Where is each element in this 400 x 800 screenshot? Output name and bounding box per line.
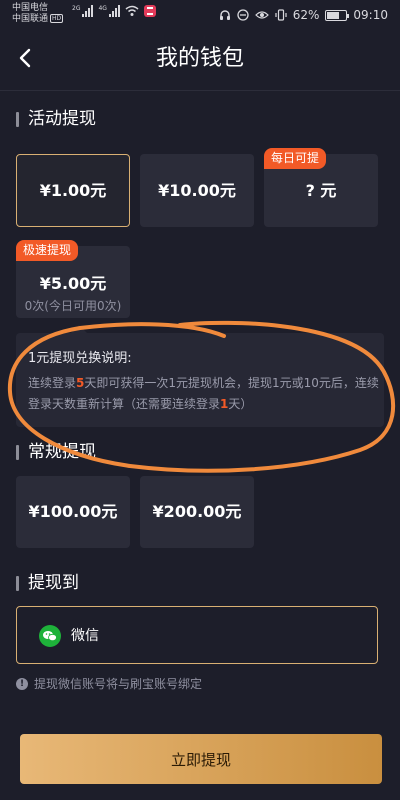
section-title-regular: 常规提现: [16, 441, 96, 463]
payment-method-label: 微信: [71, 628, 99, 644]
battery-icon: [325, 9, 350, 21]
carrier-1: 中国电信: [12, 3, 49, 13]
daily-badge: 每日可提: [264, 148, 327, 169]
battery-percent: 62%: [292, 8, 320, 22]
wifi-icon: [125, 5, 139, 16]
hd-badge: HD: [50, 14, 64, 23]
wechat-icon: [39, 625, 61, 647]
withdraw-option-daily[interactable]: 每日可提 ? 元: [264, 148, 378, 227]
withdraw-option-10[interactable]: ¥10.00元: [140, 154, 254, 227]
signal-indicators: 2G 4G: [72, 5, 156, 17]
header: 我的钱包: [0, 30, 400, 88]
network-type-2: 4G: [98, 5, 107, 12]
page-title: 我的钱包: [155, 46, 244, 71]
info-icon: !: [16, 678, 28, 690]
withdraw-amount: ¥100.00元: [28, 502, 118, 521]
info-text: 连续登录5天即可获得一次1元提现机会，提现1元或10元后，连续登录天数重新计算（…: [28, 373, 380, 415]
info-title: 1元提现兑换说明:: [28, 351, 132, 366]
withdraw-amount: ¥10.00元: [158, 181, 236, 200]
carrier-2: 中国联通: [12, 14, 49, 24]
signal-bars-1-icon: [82, 5, 94, 17]
network-type-1: 2G: [72, 5, 81, 12]
withdraw-now-button[interactable]: 立即提现: [20, 734, 382, 784]
vibrate-icon: [275, 9, 287, 21]
binding-notice: ! 提现微信账号将与刷宝账号绑定: [16, 676, 202, 692]
do-not-disturb-icon: [237, 9, 249, 21]
withdraw-usage-count: 0次(今日可用0次): [24, 299, 122, 313]
withdraw-option-200[interactable]: ¥200.00元: [140, 476, 254, 548]
withdraw-option-1[interactable]: ¥1.00元: [16, 154, 130, 227]
header-divider: [0, 90, 400, 91]
signal-bars-2-icon: [108, 5, 120, 17]
status-bar: 中国电信 中国联通 HD 2G 4G 62% 09:10: [0, 0, 400, 30]
headset-icon: [219, 10, 230, 20]
info-box: 1元提现兑换说明: 连续登录5天即可获得一次1元提现机会，提现1元或10元后，连…: [16, 325, 384, 427]
withdraw-option-100[interactable]: ¥100.00元: [16, 476, 130, 548]
info-text-part: 连续登录: [28, 376, 77, 390]
clock: 09:10: [353, 8, 388, 22]
carrier-info: 中国电信 中国联通 HD: [12, 3, 64, 25]
section-title-activity: 活动提现: [16, 108, 96, 130]
eye-icon: [254, 11, 269, 19]
withdraw-amount: ¥200.00元: [152, 502, 242, 521]
withdraw-amount: ¥1.00元: [39, 181, 107, 200]
info-text-part: 天）: [228, 397, 253, 411]
binding-notice-text: 提现微信账号将与刷宝账号绑定: [34, 677, 203, 691]
payment-method-wechat[interactable]: 微信: [16, 606, 378, 664]
section-title-withdraw-to: 提现到: [16, 572, 79, 594]
express-badge: 极速提现: [16, 240, 79, 261]
app-notification-icon: [143, 5, 156, 17]
status-right: 62% 09:10: [219, 8, 388, 22]
